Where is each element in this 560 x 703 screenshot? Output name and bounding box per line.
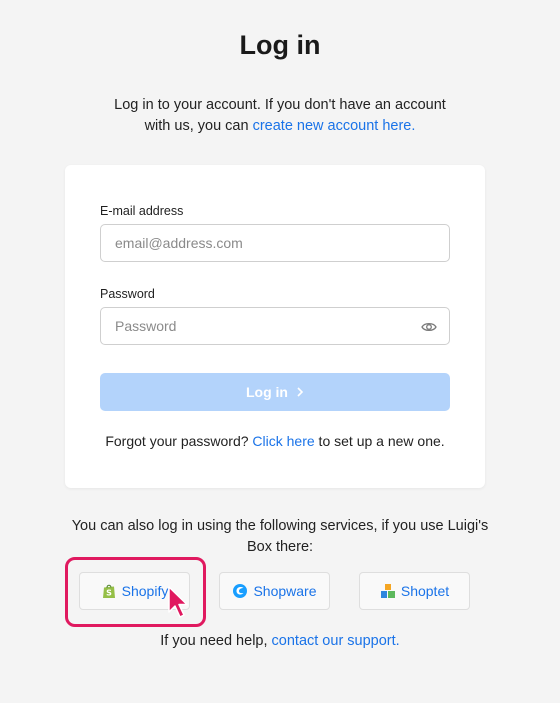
forgot-suffix: to set up a new one. <box>314 433 445 449</box>
forgot-password-link[interactable]: Click here <box>252 433 314 449</box>
help-prefix: If you need help, <box>160 633 272 649</box>
contact-support-link[interactable]: contact our support. <box>272 633 400 649</box>
shoptet-label: Shoptet <box>400 583 450 599</box>
chevron-right-icon <box>296 384 304 400</box>
pointer-cursor-icon <box>167 586 189 620</box>
email-field-wrapper <box>100 224 450 262</box>
forgot-password-text: Forgot your password? Click here to set … <box>65 433 485 449</box>
password-field-wrapper <box>100 307 450 345</box>
alt-login-text: You can also log in using the following … <box>71 518 489 555</box>
email-label: E-mail address <box>100 204 184 218</box>
intro-text: Log in to your account. If you don't hav… <box>100 95 460 137</box>
eye-icon[interactable] <box>421 319 437 335</box>
login-button[interactable]: Log in <box>100 373 450 411</box>
forgot-prefix: Forgot your password? <box>105 433 253 449</box>
email-field[interactable] <box>101 225 449 261</box>
shopware-button[interactable]: Shopware <box>219 572 330 610</box>
login-button-label: Log in <box>246 384 288 400</box>
password-label: Password <box>100 287 155 301</box>
password-field[interactable] <box>101 308 449 344</box>
shopware-label: Shopware <box>253 583 317 599</box>
shopware-logo-icon <box>232 583 248 599</box>
shoptet-button[interactable]: Shoptet <box>359 572 470 610</box>
shoptet-blocks-icon <box>380 583 396 599</box>
login-card: E-mail address Password Log in Forgot yo… <box>65 165 485 488</box>
create-account-link[interactable]: create new account here. <box>253 118 416 134</box>
page-title: Log in <box>239 30 321 60</box>
help-text: If you need help, contact our support. <box>0 633 560 649</box>
